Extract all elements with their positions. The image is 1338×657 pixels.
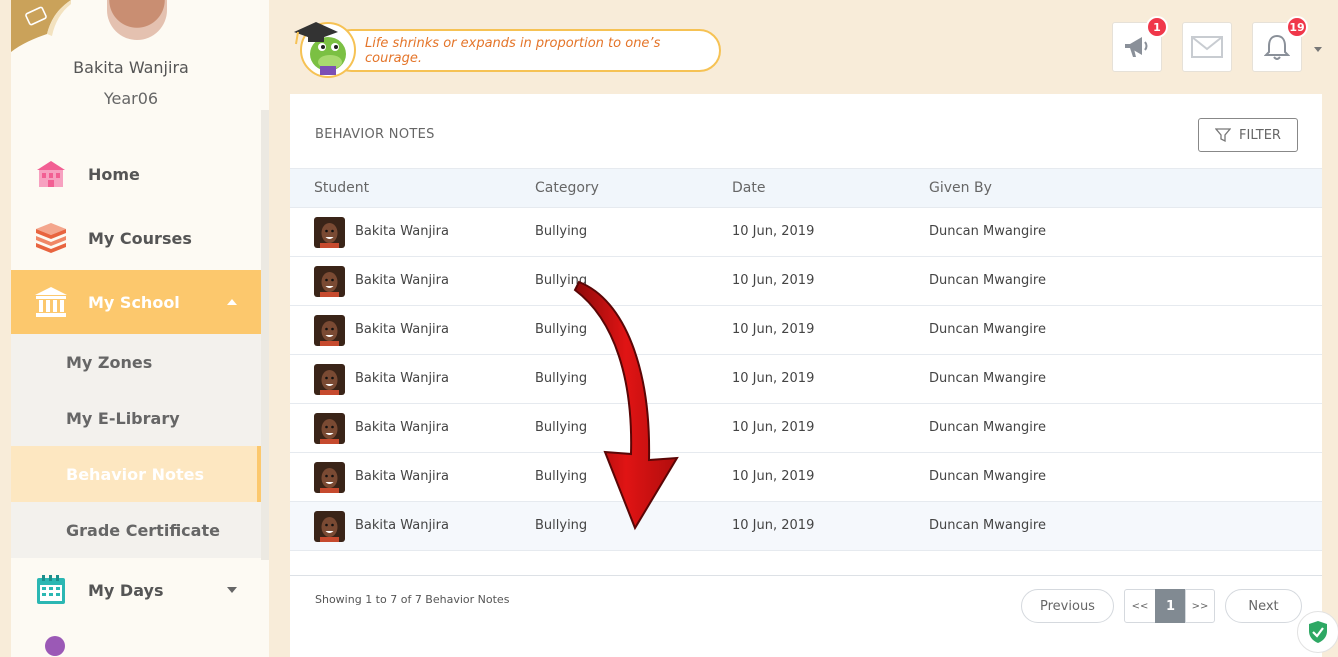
last-page-button[interactable]: >> bbox=[1185, 589, 1215, 623]
security-shield-icon[interactable] bbox=[1297, 611, 1338, 653]
column-header-date[interactable]: Date bbox=[732, 180, 765, 196]
notifications-badge: 19 bbox=[1286, 16, 1308, 38]
nav-school-label: My School bbox=[88, 292, 180, 312]
nav-sub-behavior-notes[interactable]: Behavior Notes bbox=[11, 446, 261, 502]
table-header: Student Category Date Given By bbox=[290, 168, 1322, 208]
filter-label: FILTER bbox=[1239, 127, 1281, 143]
category-cell: Bullying bbox=[535, 224, 588, 239]
megaphone-icon bbox=[1125, 37, 1148, 57]
home-icon bbox=[34, 157, 68, 191]
account-dropdown-caret-icon[interactable] bbox=[1314, 47, 1322, 52]
next-nav-icon bbox=[45, 636, 65, 656]
given-by-cell: Duncan Mwangire bbox=[929, 371, 1046, 386]
column-header-category[interactable]: Category bbox=[535, 180, 599, 196]
student-avatar bbox=[314, 217, 345, 248]
nav-behavior-label: Behavior Notes bbox=[66, 464, 205, 484]
student-name-cell: Bakita Wanjira bbox=[355, 469, 449, 484]
book-corner-icon bbox=[11, 0, 71, 52]
showing-count: Showing 1 to 7 of 7 Behavior Notes bbox=[315, 593, 510, 606]
date-cell: 10 Jun, 2019 bbox=[732, 322, 815, 337]
given-by-cell: Duncan Mwangire bbox=[929, 420, 1046, 435]
nav-item-my-school[interactable]: My School bbox=[11, 270, 261, 334]
column-header-student[interactable]: Student bbox=[314, 180, 369, 196]
given-by-cell: Duncan Mwangire bbox=[929, 518, 1046, 533]
table-row[interactable]: Bakita Wanjira Bullying 10 Jun, 2019 Duncan… bbox=[290, 208, 1322, 257]
nav-certificate-label: Grade Certificate bbox=[66, 520, 220, 540]
given-by-cell: Duncan Mwangire bbox=[929, 469, 1046, 484]
table-row[interactable]: Bakita Wanjira Bullying 10 Jun, 2019 Duncan… bbox=[290, 453, 1322, 502]
announcements-badge: 1 bbox=[1146, 16, 1168, 38]
next-button[interactable]: Next bbox=[1225, 589, 1302, 623]
student-avatar bbox=[314, 511, 345, 542]
bell-icon bbox=[1264, 34, 1290, 60]
student-name-cell: Bakita Wanjira bbox=[355, 322, 449, 337]
first-page-button[interactable]: << bbox=[1124, 589, 1156, 623]
nav-item-home[interactable]: Home bbox=[11, 142, 261, 206]
previous-button[interactable]: Previous bbox=[1021, 589, 1114, 623]
announcements-button[interactable]: 1 bbox=[1112, 16, 1168, 72]
date-cell: 10 Jun, 2019 bbox=[732, 371, 815, 386]
profile-name: Bakita Wanjira bbox=[73, 58, 189, 77]
school-building-icon bbox=[34, 285, 68, 319]
given-by-cell: Duncan Mwangire bbox=[929, 224, 1046, 239]
expand-caret-icon[interactable] bbox=[227, 587, 237, 593]
stacked-books-icon bbox=[34, 221, 68, 255]
student-avatar bbox=[314, 462, 345, 493]
student-name-cell: Bakita Wanjira bbox=[355, 371, 449, 386]
nav-item-my-days[interactable]: My Days bbox=[11, 558, 261, 622]
date-cell: 10 Jun, 2019 bbox=[732, 420, 815, 435]
sidebar: Bakita Wanjira Year06 Home My Courses My… bbox=[11, 0, 269, 657]
quote-banner: Life shrinks or expands in proportion to… bbox=[330, 29, 721, 72]
sidebar-scrollbar[interactable] bbox=[261, 110, 269, 560]
date-cell: 10 Jun, 2019 bbox=[732, 273, 815, 288]
collapse-caret-icon[interactable] bbox=[227, 299, 237, 305]
date-cell: 10 Jun, 2019 bbox=[732, 469, 815, 484]
date-cell: 10 Jun, 2019 bbox=[732, 518, 815, 533]
student-avatar bbox=[314, 413, 345, 444]
student-avatar bbox=[314, 266, 345, 297]
nav-courses-label: My Courses bbox=[88, 228, 192, 248]
table-row[interactable]: Bakita Wanjira Bullying 10 Jun, 2019 Duncan… bbox=[290, 404, 1322, 453]
table-row[interactable]: Bakita Wanjira Bullying 10 Jun, 2019 Duncan… bbox=[290, 502, 1322, 551]
table-row[interactable]: Bakita Wanjira Bullying 10 Jun, 2019 Duncan… bbox=[290, 257, 1322, 306]
nav-home-label: Home bbox=[88, 164, 140, 184]
quote-text: Life shrinks or expands in proportion to… bbox=[365, 35, 661, 66]
student-avatar bbox=[314, 315, 345, 346]
nav-days-label: My Days bbox=[88, 580, 164, 600]
profile-year: Year06 bbox=[103, 89, 159, 108]
nav-sub-my-zones[interactable]: My Zones bbox=[11, 334, 261, 390]
date-cell: 10 Jun, 2019 bbox=[732, 224, 815, 239]
nav-zones-label: My Zones bbox=[66, 352, 153, 372]
calendar-icon bbox=[34, 573, 68, 607]
student-avatar bbox=[314, 364, 345, 395]
student-name-cell: Bakita Wanjira bbox=[355, 518, 449, 533]
nav-item-courses[interactable]: My Courses bbox=[11, 206, 261, 270]
nav-sub-grade-certificate[interactable]: Grade Certificate bbox=[11, 502, 261, 558]
nav-elibrary-label: My E-Library bbox=[66, 408, 180, 428]
envelope-icon bbox=[1191, 36, 1223, 58]
card-title: BEHAVIOR NOTES bbox=[315, 127, 435, 142]
student-name-cell: Bakita Wanjira bbox=[355, 273, 449, 288]
messages-button[interactable] bbox=[1182, 22, 1232, 72]
profile-avatar[interactable] bbox=[107, 0, 167, 40]
red-arrow-icon bbox=[573, 280, 679, 531]
given-by-cell: Duncan Mwangire bbox=[929, 273, 1046, 288]
student-name-cell: Bakita Wanjira bbox=[355, 420, 449, 435]
funnel-icon bbox=[1215, 128, 1232, 143]
table-row[interactable]: Bakita Wanjira Bullying 10 Jun, 2019 Duncan… bbox=[290, 306, 1322, 355]
table-row[interactable]: Bakita Wanjira Bullying 10 Jun, 2019 Duncan… bbox=[290, 355, 1322, 404]
behavior-notes-card: BEHAVIOR NOTES FILTER Student Category D… bbox=[290, 94, 1322, 657]
student-name-cell: Bakita Wanjira bbox=[355, 224, 449, 239]
mascot-icon bbox=[294, 22, 356, 78]
filter-button[interactable]: FILTER bbox=[1198, 118, 1298, 152]
given-by-cell: Duncan Mwangire bbox=[929, 322, 1046, 337]
nav-sub-e-library[interactable]: My E-Library bbox=[11, 390, 261, 446]
page-1-button[interactable]: 1 bbox=[1155, 589, 1186, 623]
column-header-given-by[interactable]: Given By bbox=[929, 180, 992, 196]
notifications-button[interactable]: 19 bbox=[1252, 16, 1308, 72]
footer-divider bbox=[290, 575, 1322, 576]
